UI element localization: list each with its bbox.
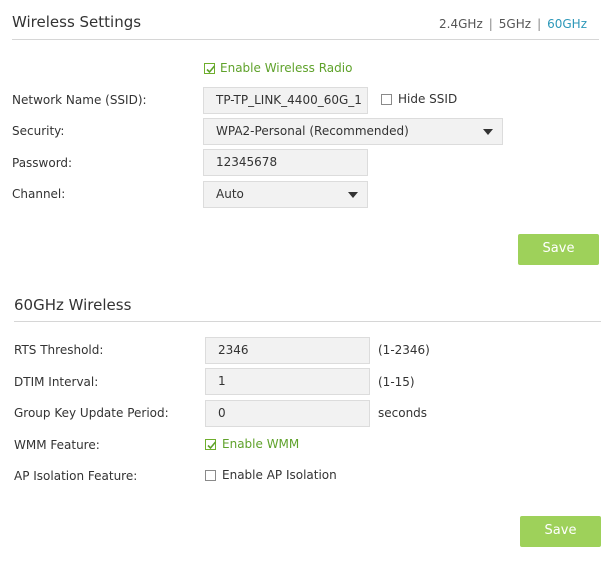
chevron-down-icon bbox=[348, 192, 358, 198]
save-button[interactable]: Save bbox=[520, 516, 601, 547]
enable-wireless-radio-label[interactable]: Enable Wireless Radio bbox=[220, 61, 352, 75]
group-key-period-label: Group Key Update Period: bbox=[14, 406, 169, 420]
save-button[interactable]: Save bbox=[518, 234, 599, 265]
dtim-interval-label: DTIM Interval: bbox=[14, 375, 99, 389]
band-separator: | bbox=[488, 17, 493, 31]
rts-threshold-label: RTS Threshold: bbox=[14, 343, 104, 357]
band-tabs: 2.4GHz | 5GHz | 60GHz bbox=[439, 17, 587, 31]
rts-threshold-range: (1-2346) bbox=[378, 343, 430, 357]
chevron-down-icon bbox=[483, 129, 493, 135]
security-label: Security: bbox=[12, 124, 65, 138]
security-select-value: WPA2-Personal (Recommended) bbox=[216, 124, 409, 138]
band-tab-60ghz[interactable]: 60GHz bbox=[547, 17, 587, 31]
band-tab-2-4ghz[interactable]: 2.4GHz bbox=[439, 17, 483, 31]
ssid-input[interactable]: TP-TP_LINK_4400_60G_1 bbox=[203, 87, 368, 114]
dtim-interval-range: (1-15) bbox=[378, 375, 415, 389]
section-title-wireless-settings: Wireless Settings bbox=[12, 13, 142, 31]
band-separator: | bbox=[537, 17, 542, 31]
wmm-feature-label: WMM Feature: bbox=[14, 438, 100, 452]
band-tab-5ghz[interactable]: 5GHz bbox=[499, 17, 531, 31]
enable-wireless-radio-checkbox[interactable] bbox=[204, 63, 216, 74]
channel-select-value: Auto bbox=[216, 187, 244, 201]
section-divider bbox=[14, 321, 601, 322]
ap-isolation-label: AP Isolation Feature: bbox=[14, 469, 138, 483]
section-title-60ghz-wireless: 60GHz Wireless bbox=[14, 296, 132, 314]
channel-label: Channel: bbox=[12, 187, 66, 201]
security-select[interactable]: WPA2-Personal (Recommended) bbox=[203, 118, 503, 145]
hide-ssid-checkbox[interactable] bbox=[381, 94, 392, 105]
password-label: Password: bbox=[12, 156, 73, 170]
enable-wmm-checkbox[interactable] bbox=[205, 439, 217, 450]
channel-select[interactable]: Auto bbox=[203, 181, 368, 208]
enable-wmm-label[interactable]: Enable WMM bbox=[222, 437, 299, 451]
group-key-period-unit: seconds bbox=[378, 406, 428, 420]
dtim-interval-input[interactable]: 1 bbox=[205, 368, 370, 395]
checkmark-icon bbox=[207, 441, 217, 450]
group-key-period-input[interactable]: 0 bbox=[205, 400, 370, 427]
ssid-label: Network Name (SSID): bbox=[12, 93, 147, 107]
checkmark-icon bbox=[206, 65, 216, 74]
password-input[interactable]: 12345678 bbox=[203, 149, 368, 176]
enable-ap-isolation-label[interactable]: Enable AP Isolation bbox=[222, 468, 337, 482]
hide-ssid-label[interactable]: Hide SSID bbox=[398, 92, 457, 106]
rts-threshold-input[interactable]: 2346 bbox=[205, 337, 370, 364]
section-divider bbox=[12, 39, 599, 40]
enable-ap-isolation-checkbox[interactable] bbox=[205, 470, 216, 481]
